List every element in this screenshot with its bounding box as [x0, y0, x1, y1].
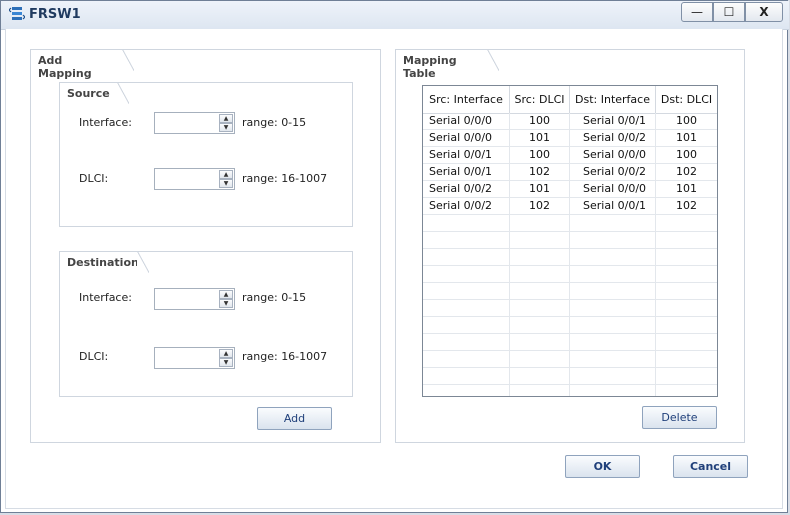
table-cell: Serial 0/0/0: [570, 181, 656, 197]
empty-table-row: [423, 300, 717, 317]
source-interface-range: range: 0-15: [242, 116, 307, 129]
maximize-button[interactable]: ☐: [713, 2, 745, 22]
column-header[interactable]: Src: DLCI: [510, 86, 570, 113]
empty-table-row: [423, 334, 717, 351]
close-button[interactable]: X: [745, 2, 783, 22]
table-cell: 101: [510, 181, 570, 197]
mapping-table[interactable]: Src: Interface Src: DLCI Dst: Interface …: [422, 85, 718, 397]
ok-button[interactable]: OK: [565, 455, 640, 478]
table-cell: Serial 0/0/2: [570, 130, 656, 146]
source-dlci-label: DLCI:: [79, 172, 109, 185]
table-cell: 101: [676, 131, 697, 144]
table-cell: Serial 0/0/1: [423, 164, 510, 180]
dialog-content: Add Mapping Source Interface: ▲ ▼ range:…: [5, 29, 783, 509]
table-cell: Serial 0/0/0: [570, 147, 656, 163]
spinner-up-icon[interactable]: ▲: [219, 290, 233, 299]
column-header[interactable]: Dst: Interface: [570, 86, 656, 113]
table-row[interactable]: Serial 0/0/0 101 Serial 0/0/2 101: [423, 130, 717, 147]
title-bar[interactable]: FRSW1 — ☐ X: [1, 1, 789, 30]
table-cell: 102: [510, 198, 570, 214]
table-cell: 102: [676, 199, 697, 212]
table-row[interactable]: Serial 0/0/1 100 Serial 0/0/0 100: [423, 147, 717, 164]
source-dlci-spinner[interactable]: ▲ ▼: [154, 168, 235, 190]
destination-interface-range: range: 0-15: [242, 291, 307, 304]
source-dlci-range: range: 16-1007: [242, 172, 328, 185]
switch-app-icon: [9, 7, 25, 20]
table-row[interactable]: Serial 0/0/0 100 Serial 0/0/1 100: [423, 113, 717, 130]
cancel-button[interactable]: Cancel: [673, 455, 748, 478]
column-header[interactable]: Dst: DLCI: [656, 86, 717, 113]
spinner-up-icon[interactable]: ▲: [219, 170, 233, 179]
empty-table-row: [423, 351, 717, 368]
source-title: Source: [59, 82, 129, 104]
add-button[interactable]: Add: [257, 407, 332, 430]
spinner-down-icon[interactable]: ▼: [219, 358, 233, 367]
table-cell: Serial 0/0/0: [423, 130, 510, 146]
destination-title: Destination: [59, 251, 149, 273]
minimize-button[interactable]: —: [681, 2, 713, 22]
table-row[interactable]: Serial 0/0/2 102 Serial 0/0/1 102: [423, 198, 717, 215]
table-row[interactable]: Serial 0/0/1 102 Serial 0/0/2 102: [423, 164, 717, 181]
destination-dlci-label: DLCI:: [79, 350, 109, 363]
source-interface-label: Interface:: [79, 116, 132, 129]
table-cell: 102: [510, 164, 570, 180]
frsw-dialog: FRSW1 — ☐ X Add Mapping Source Interface…: [0, 0, 789, 513]
table-cell: Serial 0/0/1: [570, 198, 656, 214]
spinner-down-icon[interactable]: ▼: [219, 123, 233, 132]
empty-table-row: [423, 317, 717, 334]
spinner-down-icon[interactable]: ▼: [219, 179, 233, 188]
empty-table-row: [423, 385, 717, 396]
source-interface-spinner[interactable]: ▲ ▼: [154, 112, 235, 134]
empty-table-row: [423, 283, 717, 300]
destination-interface-spinner[interactable]: ▲ ▼: [154, 288, 235, 310]
empty-table-row: [423, 249, 717, 266]
delete-button[interactable]: Delete: [642, 406, 717, 429]
empty-table-row: [423, 232, 717, 249]
spinner-up-icon[interactable]: ▲: [219, 349, 233, 358]
table-cell: 100: [676, 148, 697, 161]
table-row[interactable]: Serial 0/0/2 101 Serial 0/0/0 101: [423, 181, 717, 198]
destination-interface-label: Interface:: [79, 291, 132, 304]
spinner-down-icon[interactable]: ▼: [219, 299, 233, 308]
empty-table-row: [423, 368, 717, 385]
destination-dlci-spinner[interactable]: ▲ ▼: [154, 347, 235, 369]
table-cell: Serial 0/0/2: [423, 198, 510, 214]
table-cell: 100: [676, 114, 697, 127]
table-cell: Serial 0/0/1: [570, 113, 656, 129]
column-header[interactable]: Src: Interface: [423, 86, 510, 113]
destination-group: Destination Interface: ▲ ▼ range: 0-15 D…: [59, 251, 353, 397]
spinner-up-icon[interactable]: ▲: [219, 114, 233, 123]
table-cell: Serial 0/0/2: [423, 181, 510, 197]
add-mapping-title: Add Mapping: [30, 49, 134, 80]
table-cell: 101: [676, 182, 697, 195]
table-cell: Serial 0/0/2: [570, 164, 656, 180]
table-cell: Serial 0/0/1: [423, 147, 510, 163]
source-group: Source Interface: ▲ ▼ range: 0-15 DLCI: …: [59, 82, 353, 227]
table-cell: 100: [510, 113, 570, 129]
add-mapping-group: Add Mapping Source Interface: ▲ ▼ range:…: [30, 49, 381, 443]
window-title: FRSW1: [29, 7, 81, 22]
table-cell: 100: [510, 147, 570, 163]
table-cell: 102: [676, 165, 697, 178]
table-cell: 101: [510, 130, 570, 146]
table-header: Src: Interface Src: DLCI Dst: Interface …: [423, 86, 717, 114]
empty-table-row: [423, 215, 717, 232]
destination-dlci-range: range: 16-1007: [242, 350, 328, 363]
empty-table-row: [423, 266, 717, 283]
mapping-table-title: Mapping Table: [395, 49, 499, 80]
table-cell: Serial 0/0/0: [423, 113, 510, 129]
